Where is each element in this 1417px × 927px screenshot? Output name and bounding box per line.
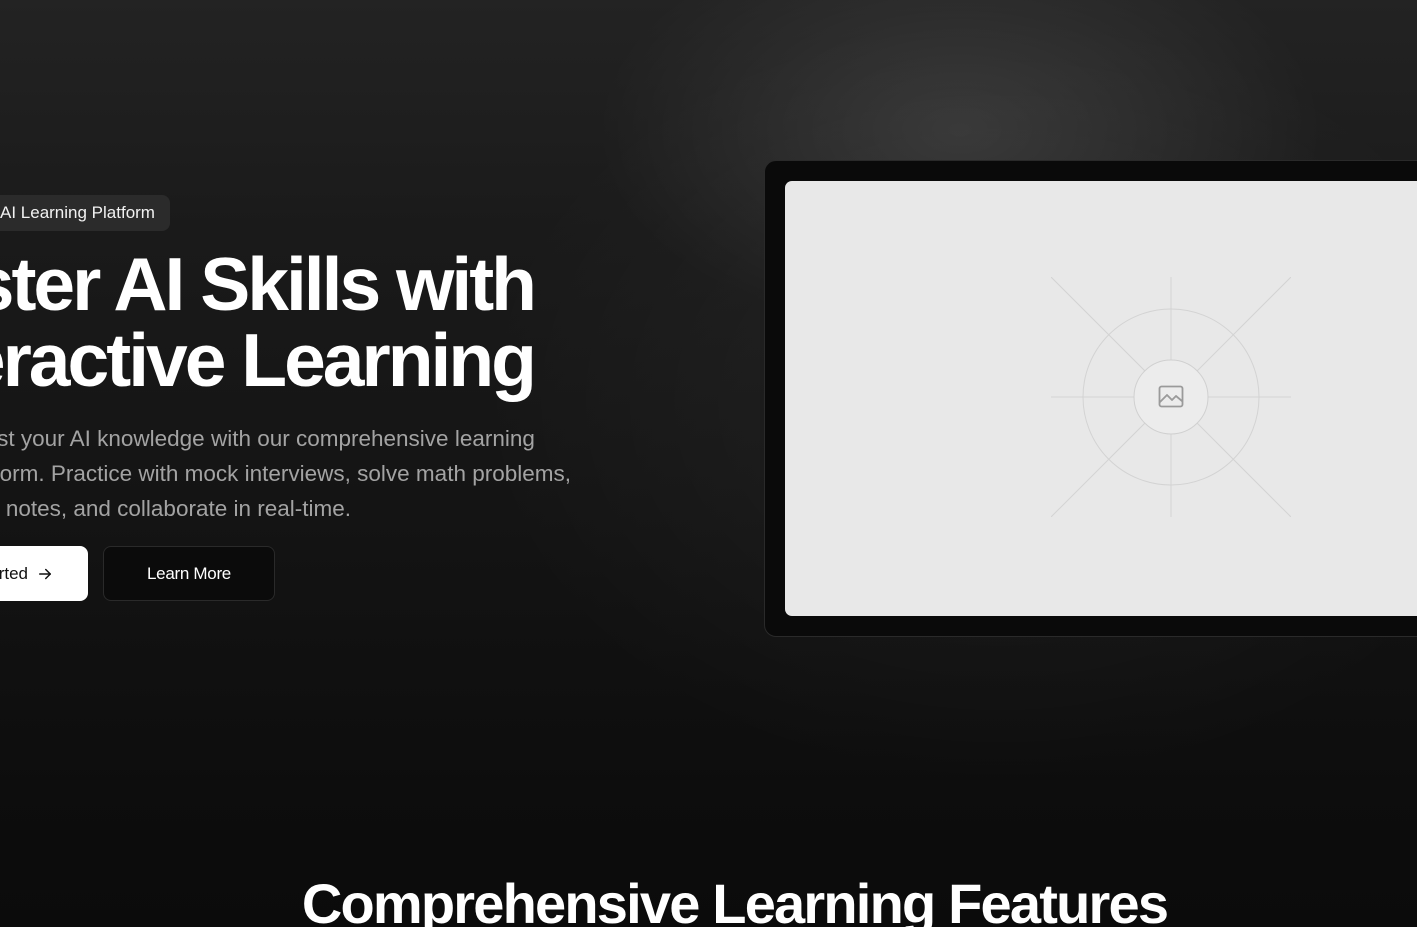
hero-headline-line-2: Interactive Learning xyxy=(0,318,537,402)
hero-subtitle: Boost your AI knowledge with our compreh… xyxy=(0,421,571,526)
image-placeholder-graphic xyxy=(1051,277,1291,517)
landing-page: AI Learning Platform Master AI Skills wi… xyxy=(0,0,1417,927)
hero-image-placeholder xyxy=(785,181,1417,616)
hero-headline: Master AI Skills with Interactive Learni… xyxy=(0,242,537,402)
get-started-button[interactable]: Get Started xyxy=(0,546,88,601)
features-section-title: Comprehensive Learning Features xyxy=(301,872,1169,927)
hero-subtitle-line-3: take notes, and collaborate in real-time… xyxy=(0,496,352,521)
hero-headline-line-1: Master AI Skills with xyxy=(0,242,537,326)
get-started-label: Get Started xyxy=(0,563,28,583)
hero-device-frame xyxy=(764,160,1417,637)
learn-more-button[interactable]: Learn More xyxy=(103,546,275,601)
hero-subtitle-line-2: platform. Practice with mock interviews,… xyxy=(0,461,571,486)
hero-badge: AI Learning Platform xyxy=(0,195,170,231)
hero-subtitle-line-1: Boost your AI knowledge with our compreh… xyxy=(0,426,535,451)
arrow-right-icon xyxy=(39,568,51,579)
